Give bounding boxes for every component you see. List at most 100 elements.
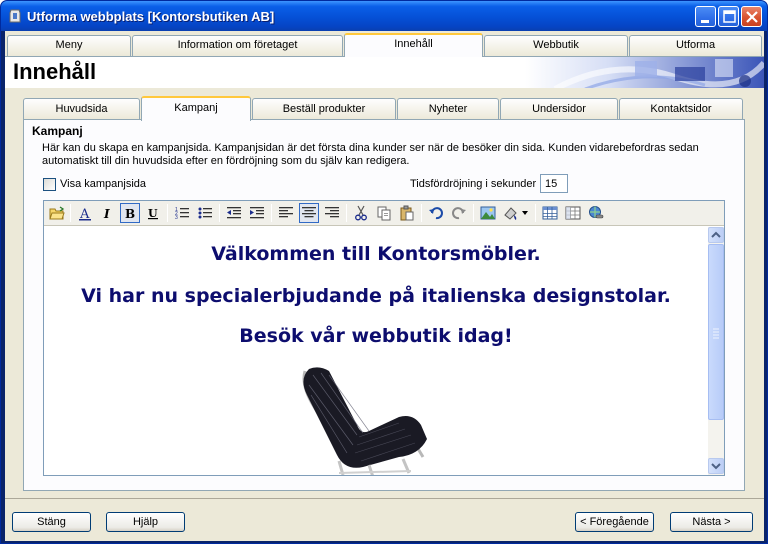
- designer-chair-image: [302, 367, 427, 475]
- scroll-up-button[interactable]: [708, 227, 724, 243]
- svg-text:A: A: [79, 207, 90, 221]
- indent-icon[interactable]: [247, 203, 267, 223]
- client-area: Meny Information om företaget Innehåll W…: [5, 31, 764, 541]
- chevron-up-icon: [711, 231, 721, 238]
- align-center-icon[interactable]: [299, 203, 319, 223]
- content-line-visit: Besök vår webbutik idag!: [239, 325, 513, 347]
- close-icon: [746, 11, 758, 23]
- app-icon: [9, 9, 21, 23]
- content-line-welcome: Välkommen till Kontorsmöbler.: [211, 243, 541, 265]
- outdent-icon[interactable]: [224, 203, 244, 223]
- content-panel: Huvudsida Kampanj Beställ produkter Nyhe…: [5, 88, 764, 496]
- title-bar[interactable]: Utforma webbplats [Kontorsbutiken AB]: [1, 1, 767, 31]
- toolbar-separator: [219, 204, 220, 222]
- tab-label: Innehåll: [394, 38, 433, 50]
- color-picker-button[interactable]: [501, 203, 531, 223]
- table-properties-icon[interactable]: [563, 203, 583, 223]
- tab-webbutik[interactable]: Webbutik: [484, 35, 628, 56]
- window-title: Utforma webbplats [Kontorsbutiken AB]: [27, 9, 275, 24]
- tab-bestall-produkter[interactable]: Beställ produkter: [252, 98, 396, 120]
- bullet-list-icon[interactable]: [195, 203, 215, 223]
- close-button[interactable]: Stäng: [12, 512, 91, 532]
- editor-scrollbar[interactable]: [708, 227, 724, 475]
- svg-text:3: 3: [175, 215, 178, 221]
- toolbar-separator: [535, 204, 536, 222]
- tab-nyheter[interactable]: Nyheter: [397, 98, 499, 120]
- html-editor: A I B U 123 Välkommen till Kontorsmöbler…: [43, 200, 725, 476]
- insert-link-icon[interactable]: [586, 203, 606, 223]
- tab-label: Webbutik: [533, 39, 579, 51]
- underline-icon[interactable]: U: [143, 203, 163, 223]
- toolbar-separator: [271, 204, 272, 222]
- svg-text:I: I: [103, 207, 110, 221]
- maximize-button[interactable]: [718, 6, 739, 27]
- numbered-list-icon[interactable]: 123: [172, 203, 192, 223]
- delay-seconds-input[interactable]: [540, 174, 568, 193]
- toolbar-separator: [346, 204, 347, 222]
- tab-label: Kampanj: [174, 102, 218, 114]
- toolbar-separator: [70, 204, 71, 222]
- bold-icon[interactable]: B: [120, 203, 140, 223]
- undo-icon[interactable]: [426, 203, 446, 223]
- tab-label: Meny: [55, 39, 83, 51]
- page-title: Innehåll: [13, 59, 97, 84]
- show-campaign-label[interactable]: Visa kampanjsida: [60, 178, 146, 190]
- page-header: Innehåll: [5, 56, 764, 88]
- open-icon[interactable]: [47, 203, 67, 223]
- minimize-button[interactable]: [695, 6, 716, 27]
- section-description: Här kan du skapa en kampanjsida. Kampanj…: [42, 142, 699, 167]
- sub-tabs: Huvudsida Kampanj Beställ produkter Nyhe…: [23, 96, 745, 121]
- tab-label: Beställ produkter: [282, 103, 366, 115]
- tab-label: Utforma: [675, 39, 716, 51]
- content-line-offer: Vi har nu specialerbjudande på italiensk…: [81, 285, 671, 307]
- copy-icon[interactable]: [374, 203, 394, 223]
- maximize-icon: [723, 10, 736, 23]
- insert-image-icon[interactable]: [478, 203, 498, 223]
- insert-table-icon[interactable]: [540, 203, 560, 223]
- tab-label: Huvudsida: [55, 103, 108, 115]
- toolbar-separator: [421, 204, 422, 222]
- tab-huvudsida[interactable]: Huvudsida: [23, 98, 140, 120]
- tab-meny[interactable]: Meny: [7, 35, 131, 56]
- tab-undersidor[interactable]: Undersidor: [500, 98, 618, 120]
- main-tabs: Meny Information om företaget Innehåll W…: [5, 33, 764, 57]
- previous-button[interactable]: < Föregående: [575, 512, 654, 532]
- toolbar-separator: [473, 204, 474, 222]
- kampanj-panel: Kampanj Här kan du skapa en kampanjsida.…: [23, 119, 745, 491]
- tab-label: Undersidor: [532, 103, 586, 115]
- paste-icon[interactable]: [397, 203, 417, 223]
- italic-icon[interactable]: I: [97, 203, 117, 223]
- tab-kontaktsidor[interactable]: Kontaktsidor: [619, 98, 743, 120]
- help-button[interactable]: Hjälp: [106, 512, 185, 532]
- tab-innehall[interactable]: Innehåll: [344, 33, 483, 57]
- font-icon[interactable]: A: [75, 203, 95, 223]
- cut-icon[interactable]: [351, 203, 371, 223]
- tab-kampanj[interactable]: Kampanj: [141, 96, 251, 121]
- tab-label: Kontaktsidor: [650, 103, 712, 115]
- svg-text:B: B: [125, 207, 135, 221]
- editor-content[interactable]: Välkommen till Kontorsmöbler. Vi har nu …: [44, 227, 708, 475]
- color-icon: [504, 207, 528, 220]
- scroll-thumb[interactable]: [708, 244, 724, 420]
- tab-label: Information om företaget: [177, 39, 298, 51]
- toolbar-separator: [167, 204, 168, 222]
- delay-label: Tidsfördröjning i sekunder: [410, 178, 537, 190]
- align-left-icon[interactable]: [276, 203, 296, 223]
- chevron-down-icon: [711, 463, 721, 470]
- align-right-icon[interactable]: [322, 203, 342, 223]
- tab-information[interactable]: Information om företaget: [132, 35, 343, 56]
- editor-toolbar: A I B U 123: [44, 201, 724, 226]
- scroll-down-button[interactable]: [708, 458, 724, 474]
- tab-label: Nyheter: [428, 103, 468, 115]
- grip-icon: [713, 328, 719, 339]
- redo-icon[interactable]: [449, 203, 469, 223]
- close-window-button[interactable]: [741, 6, 762, 27]
- next-button[interactable]: Nästa >: [670, 512, 753, 532]
- show-campaign-checkbox[interactable]: [43, 178, 56, 191]
- minimize-icon: [701, 20, 709, 23]
- header-banner-image: [525, 57, 764, 88]
- bottom-button-bar: Stäng Hjälp < Föregående Nästa >: [5, 498, 764, 541]
- section-title: Kampanj: [32, 124, 83, 138]
- tab-utforma[interactable]: Utforma: [629, 35, 762, 56]
- app-window: Utforma webbplats [Kontorsbutiken AB] Me…: [0, 0, 768, 544]
